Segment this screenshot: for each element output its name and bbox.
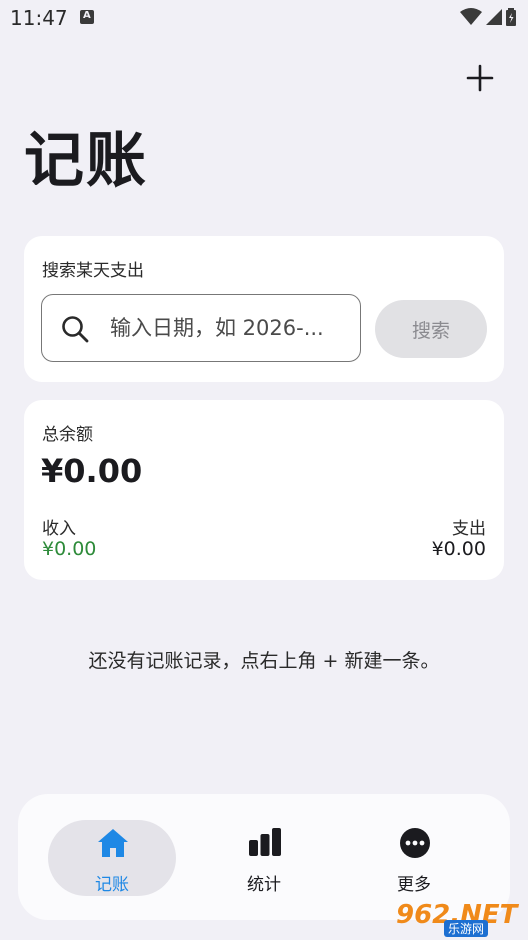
empty-state-message: 还没有记账记录，点右上角 + 新建一条。 [88, 650, 440, 672]
search-input-box[interactable] [41, 294, 361, 362]
nav-item-more[interactable]: 更多 [350, 820, 478, 896]
status-time: 11:47 [10, 6, 68, 30]
battery-icon [506, 8, 516, 26]
search-card: 搜索某天支出 搜索 [24, 236, 504, 382]
nav-item-statistics[interactable]: 统计 [200, 820, 328, 896]
page-title: 记账 [24, 126, 148, 196]
home-icon [98, 829, 128, 857]
nav-label-statistics: 统计 [247, 875, 281, 895]
income-value: ¥0.00 [42, 538, 97, 560]
status-indicators [460, 8, 516, 26]
nav-label-more: 更多 [397, 875, 431, 895]
search-icon [62, 316, 89, 343]
balance-label: 总余额 [42, 425, 93, 445]
status-bar: 11:47 [0, 0, 528, 36]
watermark-logo: 962.NET 乐游网 [396, 900, 522, 937]
more-icon [400, 828, 430, 858]
signal-icon [486, 9, 502, 25]
watermark-sub: 乐游网 [444, 920, 489, 937]
plus-icon [466, 64, 494, 92]
expense-label: 支出 [452, 519, 486, 539]
income-label: 收入 [42, 519, 76, 539]
bar-chart-icon [249, 828, 281, 856]
notification-a-icon [80, 10, 94, 24]
nav-item-bookkeeping[interactable]: 记账 [48, 820, 176, 896]
search-label: 搜索某天支出 [42, 261, 144, 281]
nav-label-bookkeeping: 记账 [95, 875, 129, 895]
add-record-button[interactable] [462, 60, 498, 96]
search-input[interactable] [110, 311, 354, 345]
balance-value: ¥0.00 [41, 452, 143, 490]
wifi-icon [460, 8, 482, 25]
expense-value: ¥0.00 [431, 538, 486, 560]
balance-card: 总余额 ¥0.00 收入 ¥0.00 支出 ¥0.00 [24, 400, 504, 580]
search-button[interactable]: 搜索 [375, 300, 487, 358]
